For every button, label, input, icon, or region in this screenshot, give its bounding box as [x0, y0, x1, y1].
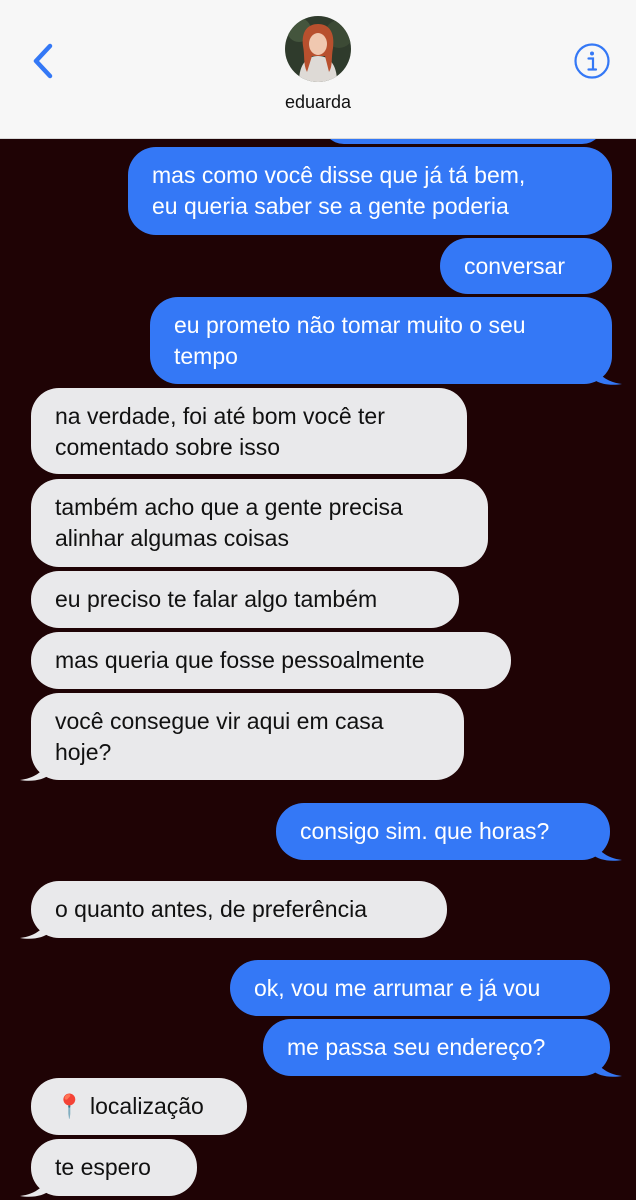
message-bubble-received[interactable]: na verdade, foi até bom você ter comenta… [31, 388, 467, 474]
message-bubble-received[interactable]: também acho que a gente precisa alinhar … [31, 479, 488, 567]
message-bubble-sent[interactable]: me passa seu endereço? [263, 1019, 610, 1076]
message-bubble-sent[interactable]: ok, vou me arrumar e já vou [230, 960, 610, 1016]
message-text: conversar [464, 253, 565, 279]
message-bubble-sent[interactable]: conversar [440, 238, 612, 294]
message-text: eu preciso te falar algo também [55, 586, 378, 612]
message-bubble-sent[interactable]: eu prometo não tomar muito o seu tempo [150, 297, 612, 384]
bubble-tail [20, 756, 50, 781]
message-bubble-received[interactable]: você consegue vir aqui em casa hoje? [31, 693, 464, 780]
message-bubble-received[interactable]: eu preciso te falar algo também [31, 571, 459, 628]
avatar[interactable] [285, 16, 351, 82]
back-button[interactable] [28, 40, 64, 84]
bubble-tail [20, 1172, 50, 1197]
message-text: te espero [55, 1154, 151, 1180]
message-text: você consegue vir aqui em casa hoje? [55, 708, 384, 765]
bubble-tail [20, 914, 50, 939]
message-bubble-received[interactable]: te espero [31, 1139, 197, 1196]
message-text: o quanto antes, de preferência [55, 896, 368, 922]
location-text: 📍 localização [55, 1093, 204, 1119]
message-text: também acho que a gente precisa alinhar … [55, 494, 403, 551]
message-text: me passa seu endereço? [287, 1034, 546, 1060]
contact-photo [285, 16, 351, 82]
message-text: eu prometo não tomar muito o seu tempo [174, 312, 526, 369]
message-bubble-received[interactable]: mas queria que fosse pessoalmente [31, 632, 511, 689]
message-bubble-sent[interactable]: mas como você disse que já tá bem, eu qu… [128, 147, 612, 235]
message-bubble-received[interactable]: o quanto antes, de preferência [31, 881, 447, 938]
message-text: na verdade, foi até bom você ter comenta… [55, 403, 385, 460]
message-thread[interactable]: mas como você disse que já tá bem, eu qu… [0, 0, 636, 1200]
message-text: mas como você disse que já tá bem, eu qu… [152, 162, 526, 219]
message-text: consigo sim. que horas? [300, 818, 550, 844]
contact-name[interactable]: eduarda [0, 92, 636, 113]
info-icon [574, 43, 610, 79]
conversation-header: eduarda [0, 0, 636, 139]
message-text: mas queria que fosse pessoalmente [55, 647, 425, 673]
chevron-left-icon [33, 43, 53, 79]
bubble-tail [592, 836, 622, 861]
message-bubble-received[interactable]: 📍 localização [31, 1078, 247, 1135]
bubble-tail [592, 1052, 622, 1077]
bubble-tail [592, 360, 622, 385]
message-text: ok, vou me arrumar e já vou [254, 975, 541, 1001]
message-bubble-sent[interactable]: consigo sim. que horas? [276, 803, 610, 860]
info-button[interactable] [573, 42, 611, 80]
